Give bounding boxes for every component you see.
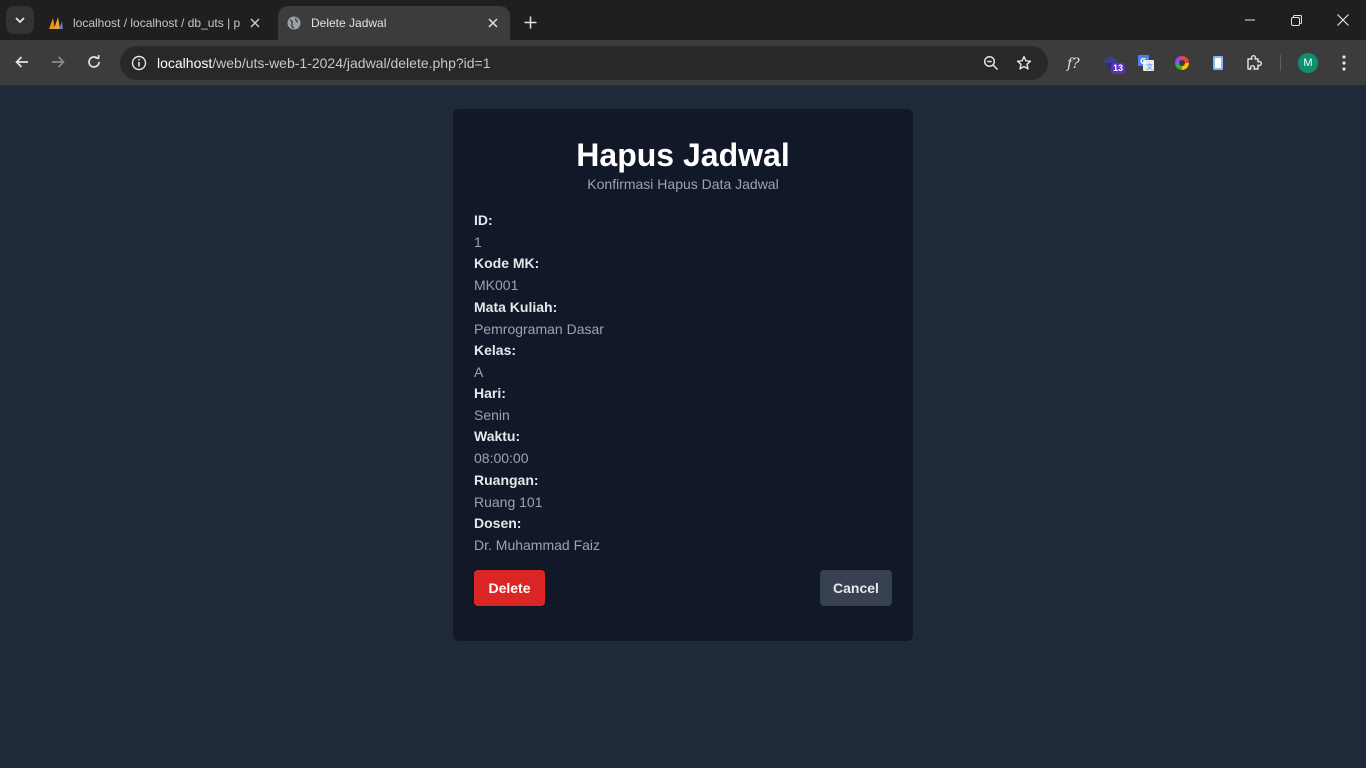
field-label-id: ID: — [474, 212, 493, 228]
field-label-hari: Hari: — [474, 385, 506, 402]
reload-icon — [88, 54, 100, 68]
restore-icon — [1290, 14, 1302, 26]
url-path: /web/uts-web-1-2024/jadwal/delete.php?id… — [212, 55, 491, 71]
site-info-button[interactable] — [128, 52, 150, 74]
field-value-waktu: 08:00:00 — [474, 450, 529, 467]
page-title: Hapus Jadwal — [576, 137, 790, 173]
extension-badge: 13 — [1111, 63, 1126, 74]
menu-dots-icon — [1342, 55, 1346, 71]
delete-button[interactable]: Delete — [474, 570, 545, 606]
reload-button[interactable] — [79, 47, 109, 77]
tab-search-button[interactable] — [6, 6, 34, 34]
tab-title: localhost / localhost / db_uts | p — [73, 16, 241, 30]
field-value-mata-kuliah: Pemrograman Dasar — [474, 320, 604, 337]
globe-icon — [286, 15, 302, 31]
minimize-button[interactable] — [1227, 0, 1273, 40]
field-value-ruangan: Ruang 101 — [474, 493, 543, 510]
svg-text:f?: f? — [1066, 56, 1080, 72]
minimize-icon — [1245, 19, 1255, 21]
toolbar-separator — [1280, 55, 1281, 71]
address-bar[interactable]: localhost/web/uts-web-1-2024/jadwal/dele… — [120, 46, 1048, 80]
tab-bar: localhost / localhost / db_uts | p Delet… — [0, 0, 1366, 40]
chevron-down-icon — [15, 17, 25, 24]
close-icon[interactable] — [246, 14, 264, 32]
field-label-mata-kuliah: Mata Kuliah: — [474, 298, 558, 315]
forward-icon — [52, 56, 65, 68]
restore-button[interactable] — [1273, 0, 1319, 40]
close-icon — [1337, 14, 1349, 26]
field-label-waktu: Waktu: — [474, 428, 521, 445]
back-icon — [15, 56, 28, 68]
browser-menu-button[interactable] — [1332, 51, 1356, 75]
document-extension-icon[interactable] — [1206, 51, 1230, 75]
field-value-hari: Senin — [474, 407, 510, 424]
plus-icon — [524, 16, 536, 28]
field-value-dosen: Dr. Muhammad Faiz — [474, 537, 601, 554]
field-value-id: 1 — [474, 234, 482, 250]
star-icon — [1016, 55, 1032, 70]
svg-text:文: 文 — [1146, 62, 1153, 71]
translate-extension-icon[interactable]: G文 — [1134, 51, 1158, 75]
field-label-ruangan: Ruangan: — [474, 471, 539, 488]
tab-phpmyadmin[interactable]: localhost / localhost / db_uts | p — [40, 6, 272, 40]
extensions-button[interactable] — [1242, 51, 1266, 75]
record-details: ID: 1 Kode MK: MK001 Mata Kuliah: Pemrog… — [474, 209, 894, 555]
field-label-dosen: Dosen: — [474, 515, 522, 532]
phpmyadmin-icon — [48, 15, 64, 31]
url-text[interactable]: localhost/web/uts-web-1-2024/jadwal/dele… — [157, 55, 491, 71]
close-icon[interactable] — [484, 14, 502, 32]
avatar[interactable]: M — [1298, 53, 1318, 73]
tab-title: Delete Jadwal — [311, 16, 387, 30]
field-label-kelas: Kelas: — [474, 341, 517, 358]
page-subtitle: Konfirmasi Hapus Data Jadwal — [587, 176, 779, 192]
puzzle-icon — [1247, 55, 1262, 70]
bookmark-button[interactable] — [1013, 52, 1035, 74]
cancel-button[interactable]: Cancel — [820, 570, 892, 606]
tab-delete-jadwal[interactable]: Delete Jadwal — [278, 6, 510, 40]
browser-toolbar: localhost/web/uts-web-1-2024/jadwal/dele… — [0, 40, 1366, 86]
zoom-icon — [983, 55, 999, 71]
url-host: localhost — [157, 55, 213, 71]
delete-confirmation-card: Hapus Jadwal Konfirmasi Hapus Data Jadwa… — [453, 109, 913, 641]
field-value-kelas: A — [474, 363, 484, 380]
forward-button[interactable] — [43, 47, 73, 77]
function-extension-icon[interactable]: f? — [1062, 51, 1086, 75]
back-button[interactable] — [7, 47, 37, 77]
color-extension-icon[interactable] — [1170, 51, 1194, 75]
close-window-button[interactable] — [1320, 0, 1366, 40]
zoom-button[interactable] — [980, 52, 1002, 74]
info-icon — [131, 55, 147, 71]
field-label-kode-mk: Kode MK: — [474, 255, 540, 272]
shield-extension-icon[interactable]: 13 — [1099, 51, 1126, 75]
field-value-kode-mk: MK001 — [474, 277, 519, 294]
new-tab-button[interactable] — [518, 10, 542, 34]
